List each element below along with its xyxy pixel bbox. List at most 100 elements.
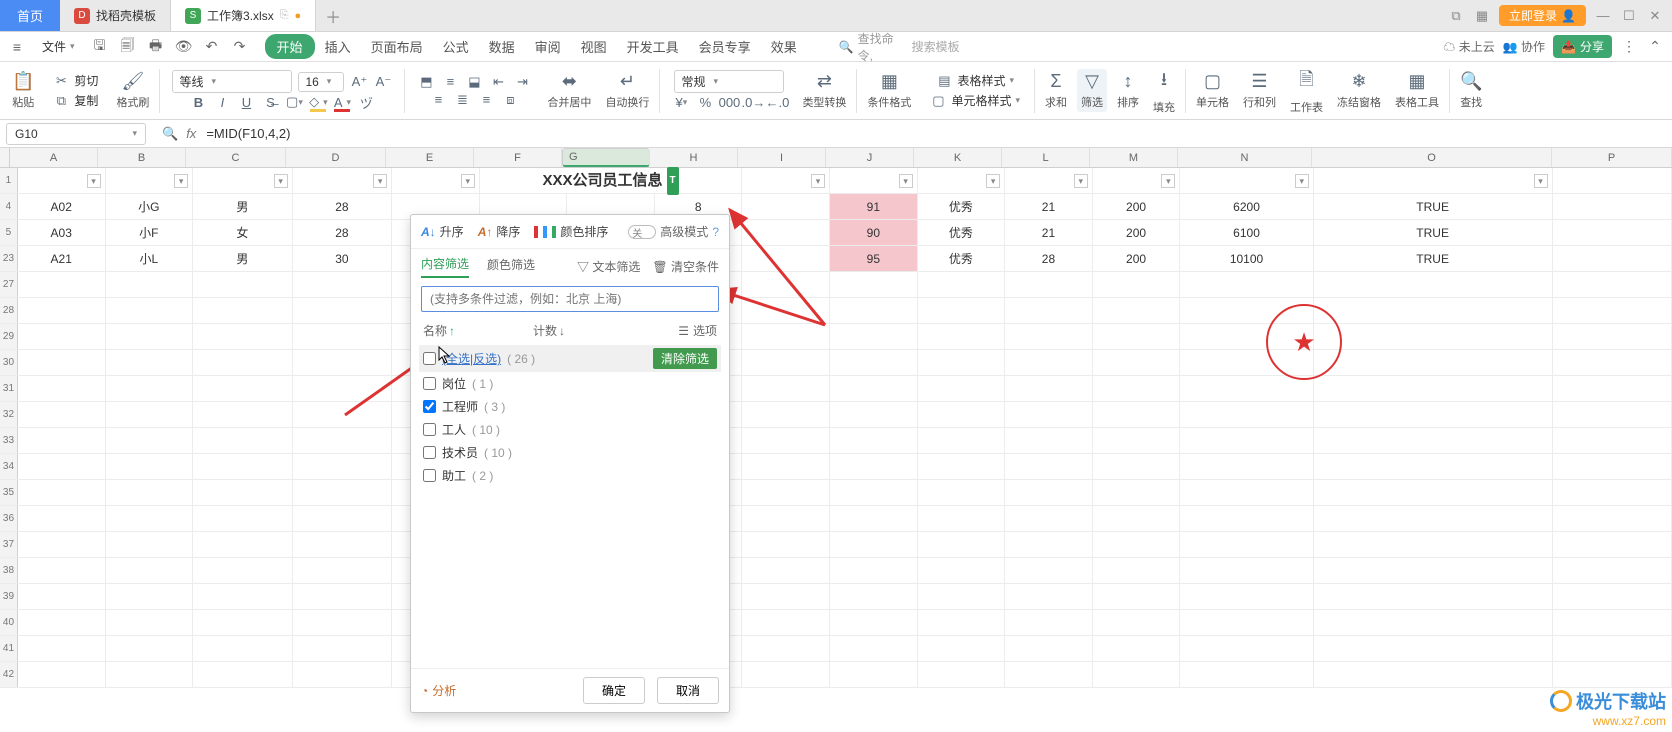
cell[interactable] [293,272,393,297]
cell[interactable] [193,506,293,531]
cell[interactable] [293,558,393,583]
save-icon[interactable]: 🖫 [91,35,109,59]
cell[interactable]: 男 [193,194,293,219]
col-header[interactable]: C [186,148,286,167]
cell[interactable] [1314,610,1553,635]
menu-tab-vip[interactable]: 会员专享 [689,33,761,60]
cell[interactable] [1553,350,1672,375]
filter-badge-icon[interactable]: T [667,167,679,195]
fill-button[interactable]: ⭳填充 [1149,65,1179,117]
cell[interactable] [1314,428,1553,453]
cell[interactable] [742,194,830,219]
col-count[interactable]: 计数 ↓ [533,322,613,339]
cell[interactable] [1553,194,1672,219]
cell[interactable] [742,454,830,479]
cell[interactable] [1314,298,1553,323]
cell[interactable] [106,376,194,401]
cell[interactable] [1093,636,1181,661]
cell[interactable] [918,610,1006,635]
percent-icon[interactable]: % [696,93,714,111]
cell[interactable] [918,298,1006,323]
cell[interactable] [293,168,393,193]
cell[interactable]: 6100 [1180,220,1313,245]
indent-inc-icon[interactable]: ⇥ [513,73,531,91]
align-bot-icon[interactable]: ⬓ [465,73,483,91]
cell[interactable] [18,168,106,193]
filter-button[interactable]: ▽筛选 [1077,69,1107,112]
cell[interactable] [1180,168,1313,193]
cell[interactable] [918,506,1006,531]
cell[interactable] [1314,402,1553,427]
cell[interactable] [293,402,393,427]
col-name[interactable]: 名称 ↑ [423,322,533,339]
cell[interactable] [1314,350,1553,375]
cell[interactable] [106,168,194,193]
paste-button[interactable]: 📋粘贴 [8,69,38,112]
more-icon[interactable]: ⋮ [1620,38,1638,55]
filter-item[interactable]: 工程师 ( 3 ) [423,395,717,418]
cell[interactable] [1180,636,1313,661]
row-header[interactable]: 39 [0,584,18,609]
cell[interactable] [918,428,1006,453]
cell[interactable] [742,246,830,271]
cell[interactable] [1553,610,1672,635]
clear-filter-button[interactable]: 清除筛选 [653,348,717,369]
cell[interactable] [293,428,393,453]
sort-desc-button[interactable]: A↑降序 [478,223,521,240]
cell[interactable] [1005,324,1093,349]
cell[interactable]: 小L [106,246,194,271]
cell[interactable] [830,662,918,687]
cell[interactable] [742,298,830,323]
redo-icon[interactable]: ↷ [231,38,249,55]
cell[interactable] [742,350,830,375]
cell[interactable] [1005,350,1093,375]
cell[interactable] [1314,584,1553,609]
cell[interactable] [18,324,106,349]
cell[interactable] [742,402,830,427]
cell[interactable] [1093,376,1181,401]
fx-icon[interactable]: fx [186,126,196,141]
formula-input[interactable]: =MID(F10,4,2) [206,126,290,141]
cell[interactable] [18,636,106,661]
cell[interactable] [918,558,1006,583]
cancel-button[interactable]: 取消 [657,677,719,704]
sheet-button[interactable]: 🗎工作表 [1286,65,1327,117]
cell[interactable] [1553,324,1672,349]
shrink-font-icon[interactable]: A⁻ [374,73,392,91]
cell[interactable] [1553,636,1672,661]
col-header[interactable]: E [386,148,474,167]
color-sort-button[interactable]: 颜色排序 [534,223,608,240]
cell[interactable] [1005,610,1093,635]
cut-button[interactable]: ✂剪切 [50,71,100,91]
filter-item[interactable]: 技术员 ( 10 ) [423,441,717,464]
cell[interactable] [830,610,918,635]
menu-tab-fx[interactable]: 效果 [761,33,807,60]
cell[interactable] [742,558,830,583]
align-center-icon[interactable]: ≣ [453,91,471,109]
tab-add[interactable]: ＋ [316,0,350,31]
cell[interactable] [106,532,194,557]
cell[interactable] [918,168,1006,193]
cell[interactable]: 200 [1093,194,1181,219]
cell[interactable] [1553,298,1672,323]
cell[interactable] [918,272,1006,297]
cell[interactable] [742,272,830,297]
cell[interactable] [106,584,194,609]
cell[interactable] [193,428,293,453]
preview-icon[interactable]: 👁 [175,38,193,55]
cell[interactable] [830,298,918,323]
col-header[interactable]: M [1090,148,1178,167]
col-header[interactable]: N [1178,148,1312,167]
row-header[interactable]: 27 [0,272,18,297]
undo-icon[interactable]: ↶ [203,38,221,55]
cell[interactable] [1180,480,1313,505]
cell[interactable]: 小F [106,220,194,245]
align-left-icon[interactable]: ≡ [429,91,447,109]
number-format-select[interactable]: 常规▾ [674,70,784,93]
table-tool-button[interactable]: ▦表格工具 [1391,69,1443,112]
filter-item[interactable]: 助工 ( 2 ) [423,464,717,487]
cell[interactable]: 90 [830,220,918,245]
cell[interactable]: 95 [830,246,918,271]
checkbox[interactable] [423,352,436,365]
cell[interactable] [293,298,393,323]
